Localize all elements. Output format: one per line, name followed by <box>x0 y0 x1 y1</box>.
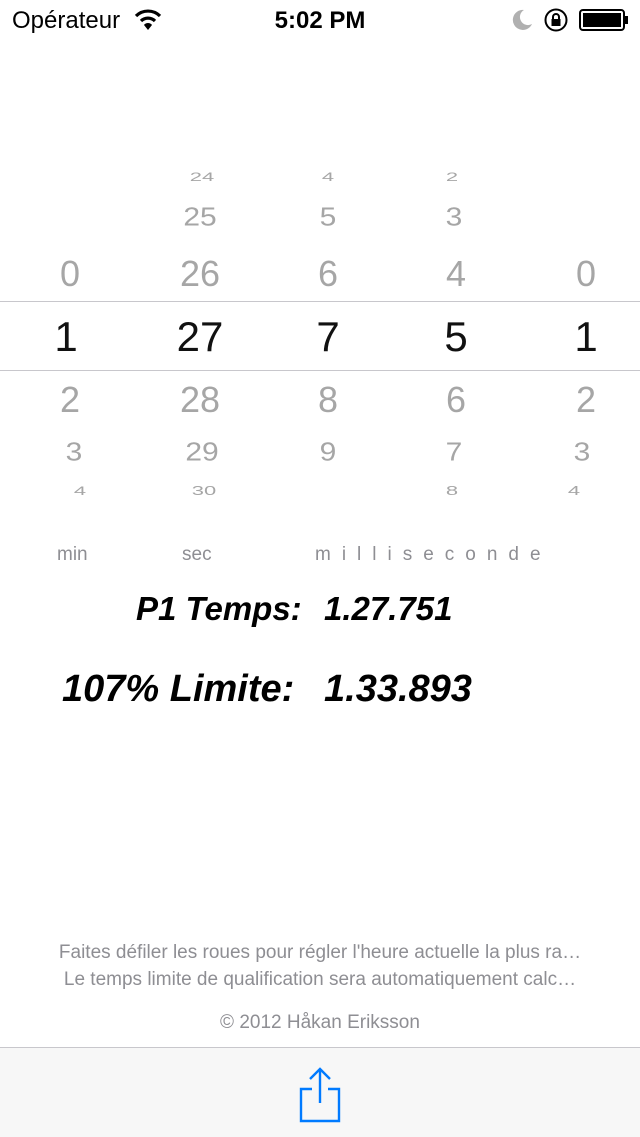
limit-label: 107% Limite: <box>62 668 295 710</box>
picker-selected-value: 5 <box>444 313 468 360</box>
picker-value: 5 <box>319 203 337 232</box>
picker-selected-value: 1 <box>54 313 78 360</box>
bottom-toolbar <box>0 1047 640 1137</box>
battery-icon <box>579 9 628 31</box>
picker-value: 0 <box>575 253 597 294</box>
picker-value: 3 <box>65 438 83 467</box>
p1-time-value: 1.27.751 <box>324 590 453 627</box>
picker-value: 4 <box>567 483 581 499</box>
ms-hundreds-wheel[interactable]: 4 5 6 7 8 9 <box>278 150 378 520</box>
time-picker[interactable]: 0 1 2 3 4 24 25 26 27 28 29 30 4 5 6 7 8… <box>0 150 640 520</box>
picker-value: 25 <box>183 203 217 232</box>
minutes-wheel[interactable]: 0 1 2 3 4 <box>20 150 120 520</box>
ms-units-wheel[interactable]: 0 1 2 3 4 <box>536 150 636 520</box>
picker-value: 3 <box>445 203 463 232</box>
instruction-line-2: Le temps limite de qualification sera au… <box>63 969 577 990</box>
picker-value: 0 <box>59 253 81 294</box>
picker-value: 8 <box>445 483 459 499</box>
picker-value: 6 <box>317 253 339 294</box>
picker-value: 3 <box>573 438 591 467</box>
copyright: © 2012 Håkan Eriksson <box>220 1012 420 1033</box>
seconds-label: sec <box>182 544 212 565</box>
picker-value: 4 <box>321 169 335 184</box>
picker-value: 7 <box>445 438 463 467</box>
moon-icon <box>512 9 532 30</box>
picker-value: 2 <box>445 169 459 184</box>
p1-time-label: P1 Temps: <box>136 590 302 627</box>
limit-value: 1.33.893 <box>324 668 472 710</box>
picker-selected-value: 1 <box>574 313 598 360</box>
picker-value: 24 <box>189 169 215 184</box>
ms-tens-wheel[interactable]: 2 3 4 5 6 7 8 <box>406 150 506 520</box>
seconds-wheel[interactable]: 24 25 26 27 28 29 30 <box>150 150 250 520</box>
milliseconds-label: milliseconde <box>315 544 552 565</box>
picker-value: 28 <box>179 379 221 420</box>
picker-value: 2 <box>59 379 81 420</box>
picker-value: 26 <box>179 253 221 294</box>
picker-value: 29 <box>185 438 219 467</box>
picker-value: 2 <box>575 379 597 420</box>
instruction-line-1: Faites défiler les roues pour régler l'h… <box>58 942 582 963</box>
picker-value: 6 <box>445 379 467 420</box>
picker-value: 30 <box>191 483 217 499</box>
minutes-label: min <box>57 544 88 565</box>
picker-selected-value: 7 <box>316 313 340 360</box>
picker-value: 4 <box>445 253 467 294</box>
status-bar: Opérateur 5:02 PM <box>0 0 640 40</box>
rotation-lock-icon <box>544 8 568 32</box>
picker-value: 4 <box>73 483 87 498</box>
picker-value: 9 <box>319 438 337 467</box>
picker-selected-value: 27 <box>176 313 224 360</box>
share-icon[interactable] <box>297 1067 343 1123</box>
picker-value: 8 <box>317 379 339 420</box>
